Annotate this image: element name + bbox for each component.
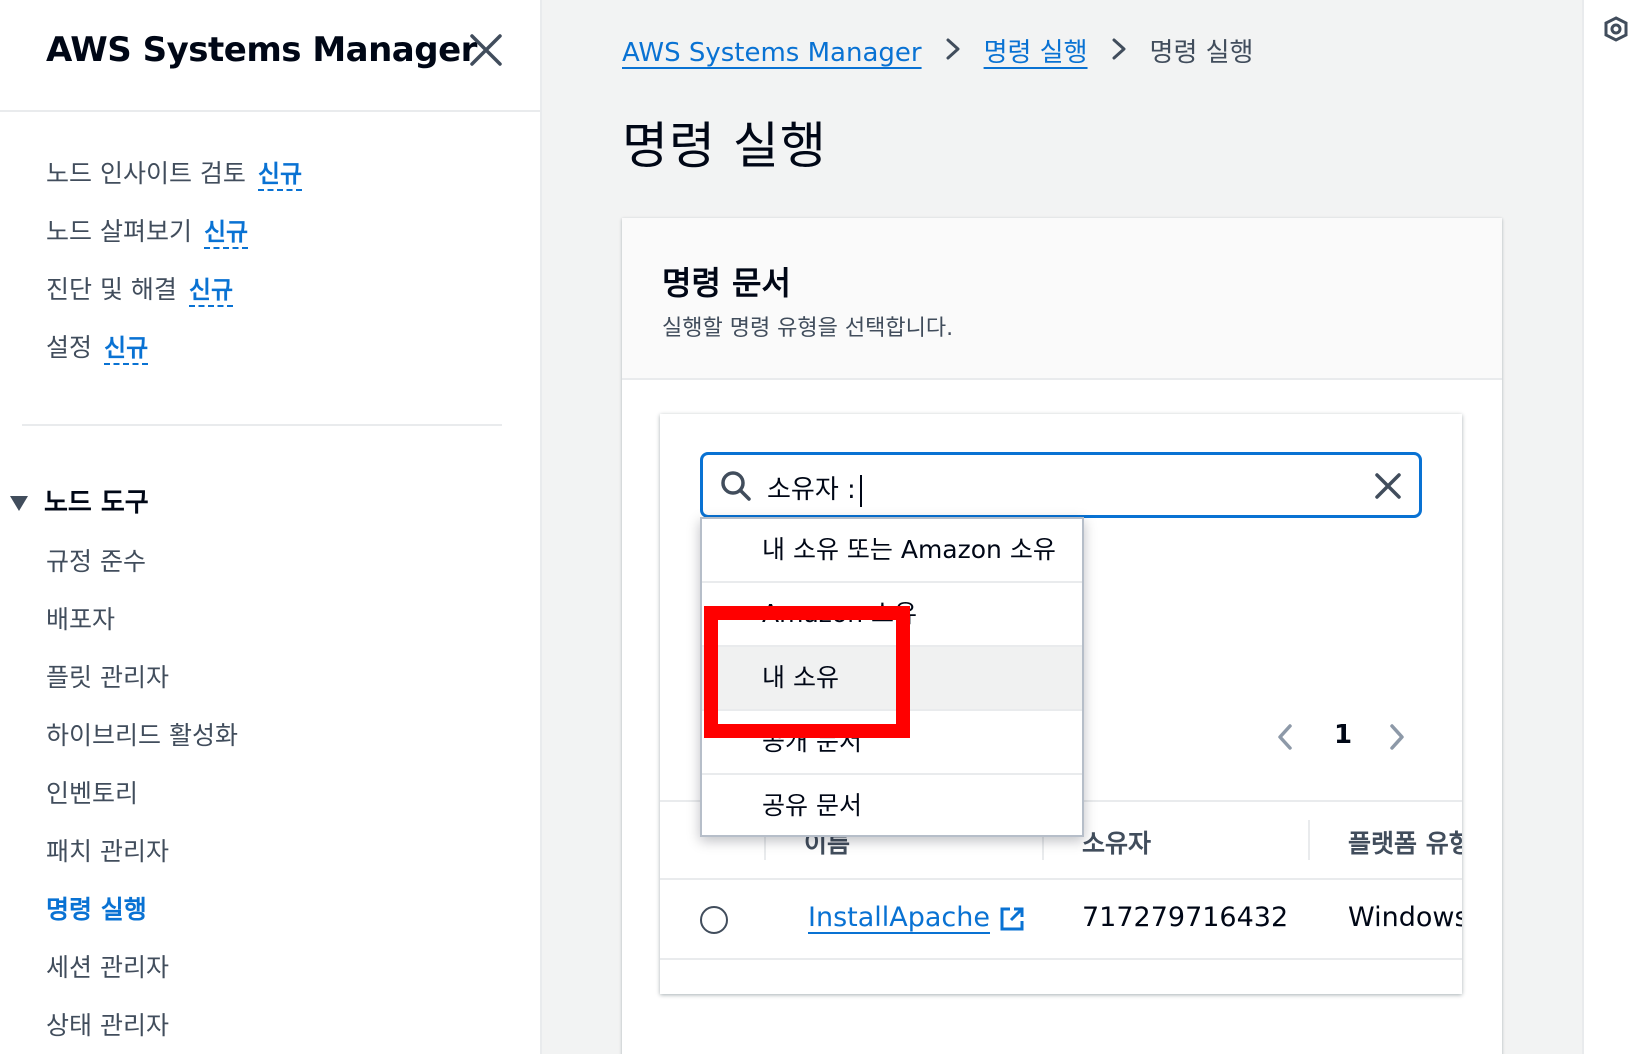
sidebar-item-explore-nodes[interactable]: 노드 살펴보기 신규 <box>46 212 249 249</box>
new-badge: 신규 <box>104 334 149 365</box>
search-input-value[interactable]: 소유자 : <box>767 469 862 507</box>
navigation-sidebar: AWS Systems Manager 노드 인사이트 검토 신규 노드 살펴보기… <box>0 0 542 1054</box>
column-header-owner[interactable]: 소유자 <box>1082 824 1151 860</box>
sidebar-item-hybrid-activations[interactable]: 하이브리드 활성화 <box>46 716 238 752</box>
sidebar-item-label: 노드 인사이트 검토 <box>46 159 246 188</box>
document-name-link[interactable]: InstallApache <box>808 902 1026 933</box>
chevron-left-icon[interactable] <box>1270 720 1300 754</box>
card-description: 실행할 명령 유형을 선택합니다. <box>662 316 954 341</box>
chevron-right-icon <box>944 37 962 67</box>
caret-down-icon <box>10 496 28 511</box>
sidebar-item-node-insights[interactable]: 노드 인사이트 검토 신규 <box>46 154 303 191</box>
card-header: 명령 문서 실행할 명령 유형을 선택합니다. <box>622 218 1502 380</box>
page-title: 명령 실행 <box>622 117 827 175</box>
sidebar-item-label: 설정 <box>46 333 93 362</box>
search-input[interactable]: 소유자 : <box>700 452 1422 518</box>
column-header-platform[interactable]: 플랫폼 유형 <box>1348 824 1462 860</box>
card-title: 명령 문서 <box>662 264 791 302</box>
sidebar-header: AWS Systems Manager <box>0 0 540 112</box>
highlight-annotation <box>704 606 910 738</box>
sidebar-item-fleet-manager[interactable]: 플릿 관리자 <box>46 658 169 694</box>
document-name: InstallApache <box>808 902 990 933</box>
row-select-radio[interactable] <box>700 906 728 934</box>
sidebar-divider <box>22 424 502 426</box>
sidebar-section-node-tools[interactable]: 노드 도구 <box>10 482 149 519</box>
chevron-right-icon[interactable] <box>1382 720 1412 754</box>
sidebar-item-settings[interactable]: 설정 신규 <box>46 328 149 365</box>
search-icon <box>721 471 751 501</box>
sidebar-item-label: 진단 및 해결 <box>46 275 177 304</box>
sidebar-item-session-manager[interactable]: 세션 관리자 <box>46 948 169 984</box>
sidebar-section-label: 노드 도구 <box>44 488 149 518</box>
breadcrumb: AWS Systems Manager 명령 실행 명령 실행 <box>622 32 1253 69</box>
sidebar-title: AWS Systems Manager <box>46 30 477 70</box>
breadcrumb-current: 명령 실행 <box>1149 38 1254 68</box>
pagination: 1 <box>1270 712 1430 762</box>
sidebar-item-patch-manager[interactable]: 패치 관리자 <box>46 832 169 868</box>
sidebar-item-compliance[interactable]: 규정 준수 <box>46 542 146 578</box>
sidebar-item-distributor[interactable]: 배포자 <box>46 600 115 636</box>
document-owner: 717279716432 <box>1082 902 1289 933</box>
sidebar-item-state-manager[interactable]: 상태 관리자 <box>46 1006 169 1042</box>
feedback-icon[interactable] <box>1600 14 1630 44</box>
sidebar-item-inventory[interactable]: 인벤토리 <box>46 774 138 810</box>
new-badge: 신규 <box>188 276 234 307</box>
document-platform: Windows <box>1348 902 1462 933</box>
sidebar-item-diagnose-remediate[interactable]: 진단 및 해결 신규 <box>46 270 234 307</box>
text-caret <box>859 474 862 507</box>
table-row[interactable]: InstallApache 717279716432 Windows <box>660 880 1462 960</box>
sidebar-item-run-command[interactable]: 명령 실행 <box>46 890 147 926</box>
breadcrumb-systems-manager[interactable]: AWS Systems Manager <box>622 38 922 68</box>
right-utility-strip <box>1582 0 1630 1054</box>
sidebar-item-label: 노드 살펴보기 <box>46 217 192 246</box>
current-page[interactable]: 1 <box>1334 720 1352 750</box>
chevron-right-icon <box>1110 37 1128 67</box>
dropdown-option-owned-by-me-or-amazon[interactable]: 내 소유 또는 Amazon 소유 <box>702 519 1082 583</box>
external-link-icon <box>1000 907 1024 930</box>
search-query-text: 소유자 : <box>767 475 856 505</box>
breadcrumb-run-command[interactable]: 명령 실행 <box>984 38 1088 68</box>
close-icon[interactable] <box>466 30 506 70</box>
clear-icon[interactable] <box>1371 469 1405 503</box>
dropdown-option-shared-documents[interactable]: 공유 문서 <box>702 775 1082 839</box>
new-badge: 신규 <box>203 218 249 249</box>
column-divider <box>1308 820 1310 860</box>
new-badge: 신규 <box>257 160 303 191</box>
